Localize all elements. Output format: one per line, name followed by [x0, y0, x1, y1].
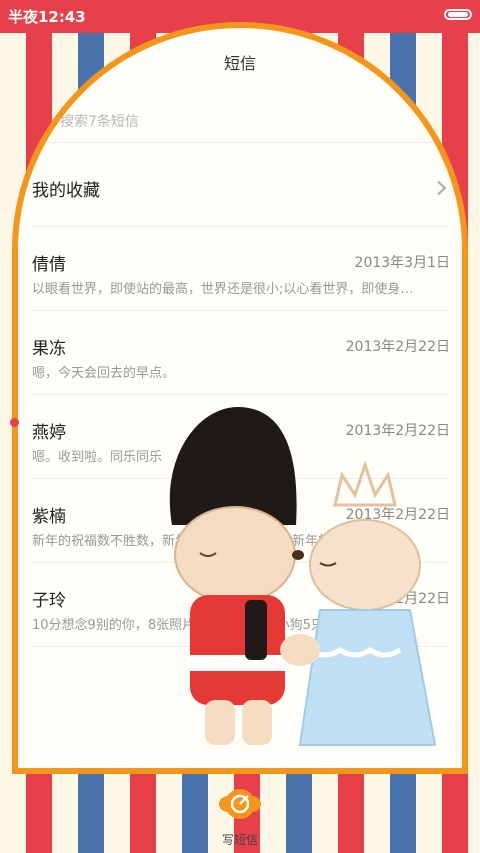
- compose-label: 写短信: [221, 833, 258, 847]
- message-date: 2013年3月1日: [354, 255, 450, 271]
- bear-couple-illustration: [169, 406, 437, 746]
- divider: [32, 142, 450, 143]
- battery-icon: [444, 9, 472, 20]
- contact-name: 燕婷: [32, 423, 66, 443]
- chevron-right-icon: [431, 180, 447, 196]
- status-time: 半夜12:43: [8, 8, 86, 26]
- contact-name: 倩倩: [32, 255, 66, 275]
- message-snippet: 嗯，今天会回去的早点。: [32, 366, 176, 381]
- scroll-indicator: [10, 418, 19, 427]
- divider: [32, 310, 450, 311]
- guard-jacket: [190, 595, 285, 705]
- search-input[interactable]: 搜索7条短信: [36, 106, 436, 136]
- conversation-item[interactable]: 倩倩 2013年3月1日 以眼看世界，即使站的最高，世界还是很小;以心看世界，即…: [32, 250, 450, 310]
- contact-name: 果冻: [32, 339, 66, 359]
- princess-dress: [298, 609, 437, 746]
- contact-name: 子玲: [32, 591, 66, 611]
- favorites-label: 我的收藏: [32, 180, 100, 201]
- favorites-item[interactable]: 我的收藏: [32, 163, 450, 213]
- guard-face: [174, 506, 296, 604]
- page-title: 短信: [223, 54, 256, 73]
- search-placeholder: 搜索7条短信: [60, 114, 139, 130]
- compose-button[interactable]: 写短信: [214, 784, 266, 848]
- conversation-item[interactable]: 果冻 2013年2月22日 嗯，今天会回去的早点。: [32, 334, 450, 394]
- divider: [32, 226, 450, 227]
- contact-name: 紫楠: [32, 507, 66, 527]
- message-date: 2013年2月22日: [345, 339, 450, 355]
- crown-icon: [333, 460, 397, 507]
- compose-icon: [219, 789, 261, 819]
- search-icon: [36, 113, 52, 129]
- message-snippet: 以眼看世界，即使站的最高，世界还是很小;以心看世界，即使身…: [32, 282, 414, 297]
